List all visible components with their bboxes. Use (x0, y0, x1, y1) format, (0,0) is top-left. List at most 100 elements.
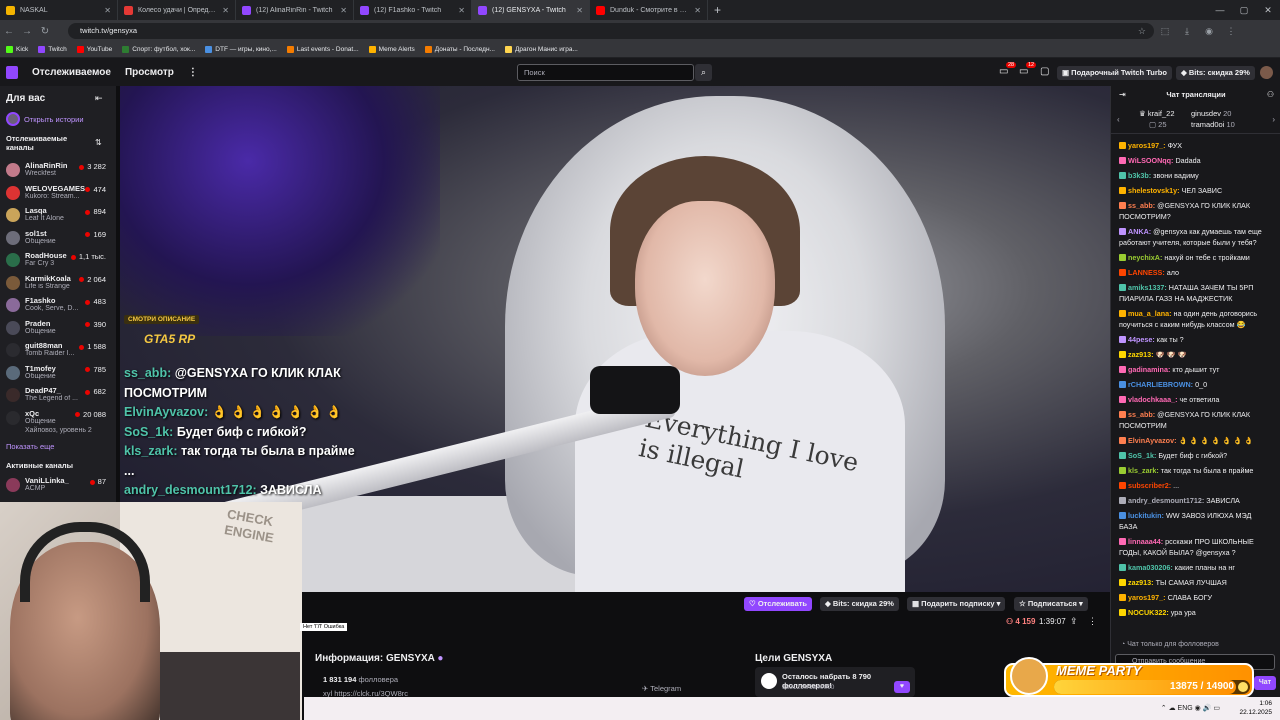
sidebar-channel-item[interactable]: Lasqa Leaf It Alone 894 (0, 204, 116, 226)
sidebar-channel-item[interactable]: sol1st Общение 169 (0, 227, 116, 249)
chat-username[interactable]: neychixA: (1128, 253, 1162, 262)
menu-icon[interactable]: ⋮ (1220, 26, 1242, 37)
bits-discount-button[interactable]: ◆ Bits: скидка 29% (820, 597, 899, 611)
subscribe-button[interactable]: ☆ Подписаться ▾ (1014, 597, 1088, 611)
chat-username[interactable]: yaros197_: (1128, 593, 1166, 602)
new-tab-icon[interactable]: + (708, 3, 727, 17)
back-icon[interactable]: ← (0, 26, 18, 37)
chat-username[interactable]: kls_zark: (1128, 466, 1159, 475)
maximize-icon[interactable]: ▢ (1232, 0, 1256, 20)
chat-username[interactable]: luckitukin: (1128, 511, 1164, 520)
bits-button[interactable]: ◆ Bits: скидка 29% (1176, 66, 1255, 80)
browser-tab[interactable]: (12) AlinaRinRin - Twitch ✕ (236, 0, 354, 20)
chat-username[interactable]: mua_a_lana: (1128, 309, 1172, 318)
active-channel-item[interactable]: VaniLLinka_ ACMP 87 (0, 474, 116, 496)
bookmark-item[interactable]: DTF — игры, кино,... (205, 46, 277, 53)
minimize-icon[interactable]: — (1208, 0, 1232, 20)
nav-following[interactable]: Отслеживаемое (32, 67, 111, 78)
chat-username[interactable]: WiLSOONqq: (1128, 156, 1173, 165)
turbo-button[interactable]: ▣ Подарочный Twitch Turbo (1057, 66, 1172, 80)
user-avatar[interactable] (1260, 66, 1273, 79)
chat-username[interactable]: andry_desmount1712: (1128, 496, 1204, 505)
share-icon[interactable]: ⇪ (1070, 616, 1078, 627)
follow-button[interactable]: ♡ Отслеживать (744, 597, 813, 611)
forward-icon[interactable]: → (18, 26, 36, 37)
tab-close-icon[interactable]: ✕ (340, 6, 347, 15)
bookmark-star-icon[interactable]: ☆ (1138, 23, 1146, 39)
telegram-link[interactable]: ✈ Telegram (642, 684, 681, 693)
gift-sub-button[interactable]: ▦ Подарить подписку ▾ (907, 597, 1006, 611)
tab-close-icon[interactable]: ✕ (104, 6, 111, 15)
sidebar-channel-item[interactable]: RoadHouse Far Cry 3 1,1 тыс. (0, 249, 116, 271)
chat-username[interactable]: 44pese: (1128, 335, 1155, 344)
reload-icon[interactable]: ↻ (36, 26, 54, 37)
chat-send-button[interactable]: Чат (1254, 676, 1276, 690)
notifications-icon[interactable]: ▭ 28 (999, 62, 1017, 77)
chevron-right-icon[interactable]: › (1272, 115, 1275, 124)
tab-close-icon[interactable]: ✕ (694, 6, 701, 15)
show-more-link[interactable]: Показать еще (6, 442, 54, 451)
chat-username[interactable]: ss_abb: (1128, 201, 1155, 210)
bookmark-item[interactable]: Драгон Манис игра... (504, 46, 578, 53)
download-icon[interactable]: ⤓ (1176, 26, 1198, 37)
bookmark-item[interactable]: Спорт: футбол, хок... (122, 46, 195, 53)
inbox-icon[interactable]: ▭ 12 (1019, 62, 1037, 77)
search-icon[interactable]: ⌕ (695, 64, 712, 81)
chat-username[interactable]: linnaaa44: (1128, 537, 1163, 546)
tab-close-icon[interactable]: ✕ (458, 6, 465, 15)
bookmark-item[interactable]: Twitch (38, 46, 67, 53)
chat-username[interactable]: vladochkaaa_: (1128, 395, 1178, 404)
chat-username[interactable]: ss_abb: (1128, 410, 1155, 419)
chat-username[interactable]: gadinamina: (1128, 365, 1170, 374)
clock[interactable]: 1:06 22.12.2025 (1239, 699, 1272, 717)
more-options-icon[interactable]: ⋮ (1088, 616, 1097, 627)
chat-username[interactable]: subscriber2: (1128, 481, 1171, 490)
bookmark-item[interactable]: Донаты - Последн... (424, 46, 495, 53)
chat-username[interactable]: ANKA: (1128, 227, 1151, 236)
sidebar-channel-item[interactable]: AlinaRinRin Wreckfest 3 282 (0, 159, 116, 181)
chat-username[interactable]: zaz913: (1128, 578, 1154, 587)
sidebar-channel-item[interactable]: guit88man Tomb Raider I... 1 588 (0, 339, 116, 361)
sidebar-channel-item[interactable]: DeadP47_ The Legend of ... 682 (0, 384, 116, 406)
search-input[interactable]: Поиск (517, 64, 694, 81)
chevron-left-icon[interactable]: ‹ (1117, 115, 1120, 124)
nav-more-icon[interactable]: ⋮ (188, 67, 198, 78)
tab-close-icon[interactable]: ✕ (222, 6, 229, 15)
bookmark-item[interactable]: Kick (6, 46, 28, 53)
heart-icon[interactable]: ♥ (894, 681, 910, 693)
sidebar-channel-item[interactable]: WELOVEGAMES Kukoro: Stream... 474 (0, 182, 116, 204)
sidebar-channel-item[interactable]: Praden Общение 390 (0, 317, 116, 339)
browser-tab[interactable]: (12) GENSYXA - Twitch ✕ (472, 0, 590, 20)
sort-icon[interactable]: ⇅ (95, 138, 102, 147)
bookmark-item[interactable]: YouTube (76, 46, 112, 53)
chat-username[interactable]: amiks1337: (1128, 283, 1167, 292)
browser-tab[interactable]: Dunduk - Смотрите в Лайве о... ✕ (590, 0, 708, 20)
chat-username[interactable]: b3k3b: (1128, 171, 1151, 180)
browser-tab[interactable]: Колесо удачи | Определите по... ✕ (118, 0, 236, 20)
browser-tab[interactable]: (12) F1ashko - Twitch ✕ (354, 0, 472, 20)
collapse-sidebar-icon[interactable]: ⇤ (95, 93, 103, 104)
chat-username[interactable]: NOCUK322: (1128, 608, 1169, 617)
language-indicator[interactable]: ENG (1178, 705, 1193, 712)
stories-button[interactable]: Открыть истории (6, 112, 84, 126)
chat-username[interactable]: ElvinAyvazov: (1128, 436, 1176, 445)
extensions-icon[interactable]: ⬚ (1154, 26, 1176, 37)
sidebar-channel-item[interactable]: xQc Общение 20 088 (0, 407, 116, 429)
sidebar-channel-item[interactable]: T1mofey Общение 785 (0, 362, 116, 384)
community-icon[interactable]: ⚇ (1267, 86, 1274, 104)
chat-username[interactable]: shelestovsk1y: (1128, 186, 1180, 195)
chat-username[interactable]: kama030206: (1128, 563, 1173, 572)
chat-username[interactable]: LANNESS: (1128, 268, 1165, 277)
sidebar-channel-item[interactable]: F1ashko Cook, Serve, D... 483 (0, 294, 116, 316)
bookmark-item[interactable]: Meme Alerts (368, 46, 415, 53)
whispers-icon[interactable]: ▢ (1040, 66, 1049, 77)
chat-username[interactable]: yaros197_: (1128, 141, 1166, 150)
bookmark-item[interactable]: Last events - Donat... (286, 46, 359, 53)
sidebar-channel-item[interactable]: KarmikKoala Life is Strange 2 064 (0, 272, 116, 294)
nav-browse[interactable]: Просмотр (125, 67, 174, 78)
chat-username[interactable]: zaz913: (1128, 350, 1154, 359)
tab-close-icon[interactable]: ✕ (576, 6, 583, 15)
profile-icon[interactable]: ◉ (1198, 26, 1220, 37)
twitch-logo-icon[interactable] (6, 65, 18, 79)
chat-username[interactable]: rCHARLIEBROWN: (1128, 380, 1193, 389)
